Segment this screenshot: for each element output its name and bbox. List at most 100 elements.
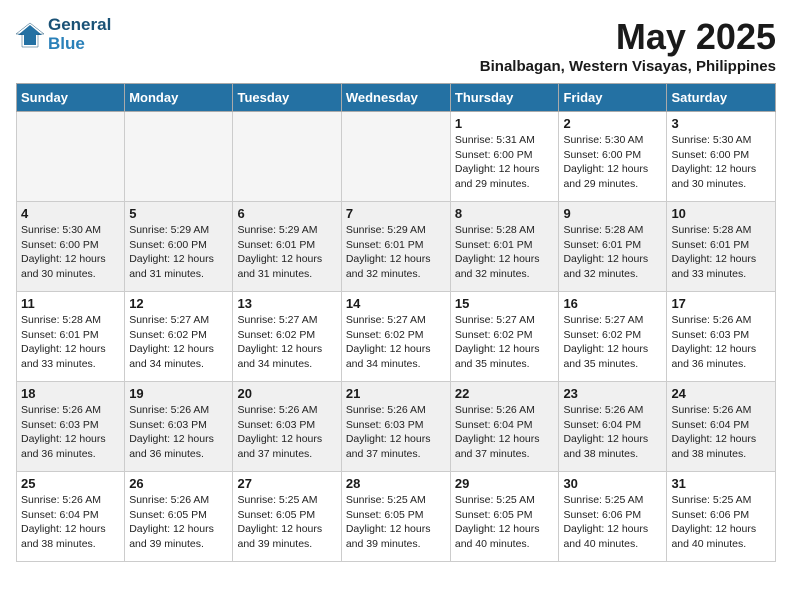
day-info: Sunrise: 5:27 AM Sunset: 6:02 PM Dayligh… [346, 313, 446, 372]
day-cell [341, 112, 450, 202]
day-info: Sunrise: 5:30 AM Sunset: 6:00 PM Dayligh… [21, 223, 120, 282]
day-info: Sunrise: 5:28 AM Sunset: 6:01 PM Dayligh… [563, 223, 662, 282]
day-number: 10 [671, 206, 771, 221]
day-number: 28 [346, 476, 446, 491]
logo-icon [16, 21, 44, 49]
day-cell [17, 112, 125, 202]
day-cell [233, 112, 341, 202]
day-info: Sunrise: 5:25 AM Sunset: 6:05 PM Dayligh… [455, 493, 555, 552]
day-info: Sunrise: 5:29 AM Sunset: 6:01 PM Dayligh… [237, 223, 336, 282]
day-cell: 19Sunrise: 5:26 AM Sunset: 6:03 PM Dayli… [125, 382, 233, 472]
col-header-monday: Monday [125, 84, 233, 112]
calendar-header-row: SundayMondayTuesdayWednesdayThursdayFrid… [17, 84, 776, 112]
logo-text: General Blue [48, 16, 111, 53]
day-number: 11 [21, 296, 120, 311]
day-info: Sunrise: 5:25 AM Sunset: 6:06 PM Dayligh… [563, 493, 662, 552]
day-info: Sunrise: 5:26 AM Sunset: 6:04 PM Dayligh… [455, 403, 555, 462]
day-info: Sunrise: 5:26 AM Sunset: 6:03 PM Dayligh… [346, 403, 446, 462]
day-number: 1 [455, 116, 555, 131]
day-number: 29 [455, 476, 555, 491]
day-info: Sunrise: 5:27 AM Sunset: 6:02 PM Dayligh… [563, 313, 662, 372]
day-number: 6 [237, 206, 336, 221]
day-info: Sunrise: 5:27 AM Sunset: 6:02 PM Dayligh… [129, 313, 228, 372]
day-info: Sunrise: 5:29 AM Sunset: 6:00 PM Dayligh… [129, 223, 228, 282]
day-number: 24 [671, 386, 771, 401]
day-info: Sunrise: 5:26 AM Sunset: 6:03 PM Dayligh… [237, 403, 336, 462]
day-number: 20 [237, 386, 336, 401]
day-cell: 3 Sunrise: 5:30 AM Sunset: 6:00 PM Daylig… [667, 112, 776, 202]
day-cell: 14 Sunrise: 5:27 AM Sunset: 6:02 PM Dayli… [341, 292, 450, 382]
day-cell: 13 Sunrise: 5:27 AM Sunset: 6:02 PM Dayli… [233, 292, 341, 382]
day-number: 14 [346, 296, 446, 311]
day-cell: 16Sunrise: 5:27 AM Sunset: 6:02 PM Dayli… [559, 292, 667, 382]
day-info: Sunrise: 5:28 AM Sunset: 6:01 PM Dayligh… [455, 223, 555, 282]
col-header-friday: Friday [559, 84, 667, 112]
col-header-sunday: Sunday [17, 84, 125, 112]
day-info: Sunrise: 5:26 AM Sunset: 6:04 PM Dayligh… [563, 403, 662, 462]
page-header: General Blue May 2025 Binalbagan, Wester… [16, 16, 776, 75]
day-number: 18 [21, 386, 120, 401]
month-year: May 2025 [480, 16, 776, 58]
title-block: May 2025 Binalbagan, Western Visayas, Ph… [480, 16, 776, 75]
day-cell: 28 Sunrise: 5:25 AM Sunset: 6:05 PM Dayli… [341, 472, 450, 562]
day-cell: 22 Sunrise: 5:26 AM Sunset: 6:04 PM Dayli… [450, 382, 559, 472]
day-cell: 8 Sunrise: 5:28 AM Sunset: 6:01 PM Daylig… [450, 202, 559, 292]
day-info: Sunrise: 5:31 AM Sunset: 6:00 PM Dayligh… [455, 133, 555, 192]
day-number: 30 [563, 476, 662, 491]
day-number: 15 [455, 296, 555, 311]
day-cell: 27Sunrise: 5:25 AM Sunset: 6:05 PM Dayli… [233, 472, 341, 562]
day-info: Sunrise: 5:25 AM Sunset: 6:05 PM Dayligh… [346, 493, 446, 552]
day-cell: 10 Sunrise: 5:28 AM Sunset: 6:01 PM Dayli… [667, 202, 776, 292]
day-cell [125, 112, 233, 202]
location: Binalbagan, Western Visayas, Philippines [480, 58, 776, 75]
col-header-tuesday: Tuesday [233, 84, 341, 112]
day-info: Sunrise: 5:25 AM Sunset: 6:06 PM Dayligh… [671, 493, 771, 552]
day-cell: 30 Sunrise: 5:25 AM Sunset: 6:06 PM Dayli… [559, 472, 667, 562]
day-cell: 2 Sunrise: 5:30 AM Sunset: 6:00 PM Daylig… [559, 112, 667, 202]
day-cell: 31 Sunrise: 5:25 AM Sunset: 6:06 PM Dayli… [667, 472, 776, 562]
day-number: 23 [563, 386, 662, 401]
day-info: Sunrise: 5:30 AM Sunset: 6:00 PM Dayligh… [563, 133, 662, 192]
day-number: 7 [346, 206, 446, 221]
day-cell: 15 Sunrise: 5:27 AM Sunset: 6:02 PM Dayli… [450, 292, 559, 382]
day-cell: 7 Sunrise: 5:29 AM Sunset: 6:01 PM Daylig… [341, 202, 450, 292]
day-info: Sunrise: 5:28 AM Sunset: 6:01 PM Dayligh… [21, 313, 120, 372]
day-info: Sunrise: 5:26 AM Sunset: 6:03 PM Dayligh… [129, 403, 228, 462]
day-cell: 20 Sunrise: 5:26 AM Sunset: 6:03 PM Dayli… [233, 382, 341, 472]
day-cell: 6 Sunrise: 5:29 AM Sunset: 6:01 PM Daylig… [233, 202, 341, 292]
day-number: 5 [129, 206, 228, 221]
day-number: 22 [455, 386, 555, 401]
day-cell: 1 Sunrise: 5:31 AM Sunset: 6:00 PM Daylig… [450, 112, 559, 202]
week-row-3: 11 Sunrise: 5:28 AM Sunset: 6:01 PM Dayli… [17, 292, 776, 382]
day-info: Sunrise: 5:27 AM Sunset: 6:02 PM Dayligh… [237, 313, 336, 372]
day-info: Sunrise: 5:30 AM Sunset: 6:00 PM Dayligh… [671, 133, 771, 192]
day-info: Sunrise: 5:26 AM Sunset: 6:03 PM Dayligh… [671, 313, 771, 372]
day-info: Sunrise: 5:26 AM Sunset: 6:05 PM Dayligh… [129, 493, 228, 552]
day-cell: 9 Sunrise: 5:28 AM Sunset: 6:01 PM Daylig… [559, 202, 667, 292]
day-cell: 17 Sunrise: 5:26 AM Sunset: 6:03 PM Dayli… [667, 292, 776, 382]
day-cell: 25Sunrise: 5:26 AM Sunset: 6:04 PM Dayli… [17, 472, 125, 562]
day-number: 3 [671, 116, 771, 131]
logo: General Blue [16, 16, 111, 53]
day-cell: 24Sunrise: 5:26 AM Sunset: 6:04 PM Dayli… [667, 382, 776, 472]
day-cell: 18Sunrise: 5:26 AM Sunset: 6:03 PM Dayli… [17, 382, 125, 472]
day-info: Sunrise: 5:29 AM Sunset: 6:01 PM Dayligh… [346, 223, 446, 282]
day-number: 9 [563, 206, 662, 221]
day-cell: 12 Sunrise: 5:27 AM Sunset: 6:02 PM Dayli… [125, 292, 233, 382]
day-info: Sunrise: 5:28 AM Sunset: 6:01 PM Dayligh… [671, 223, 771, 282]
day-number: 13 [237, 296, 336, 311]
day-info: Sunrise: 5:27 AM Sunset: 6:02 PM Dayligh… [455, 313, 555, 372]
day-cell: 23 Sunrise: 5:26 AM Sunset: 6:04 PM Dayli… [559, 382, 667, 472]
calendar-table: SundayMondayTuesdayWednesdayThursdayFrid… [16, 83, 776, 562]
day-number: 31 [671, 476, 771, 491]
day-number: 8 [455, 206, 555, 221]
week-row-5: 25Sunrise: 5:26 AM Sunset: 6:04 PM Dayli… [17, 472, 776, 562]
day-cell: 11 Sunrise: 5:28 AM Sunset: 6:01 PM Dayli… [17, 292, 125, 382]
day-number: 2 [563, 116, 662, 131]
day-cell: 26Sunrise: 5:26 AM Sunset: 6:05 PM Dayli… [125, 472, 233, 562]
day-cell: 21Sunrise: 5:26 AM Sunset: 6:03 PM Dayli… [341, 382, 450, 472]
day-number: 25 [21, 476, 120, 491]
col-header-saturday: Saturday [667, 84, 776, 112]
day-number: 12 [129, 296, 228, 311]
day-number: 17 [671, 296, 771, 311]
